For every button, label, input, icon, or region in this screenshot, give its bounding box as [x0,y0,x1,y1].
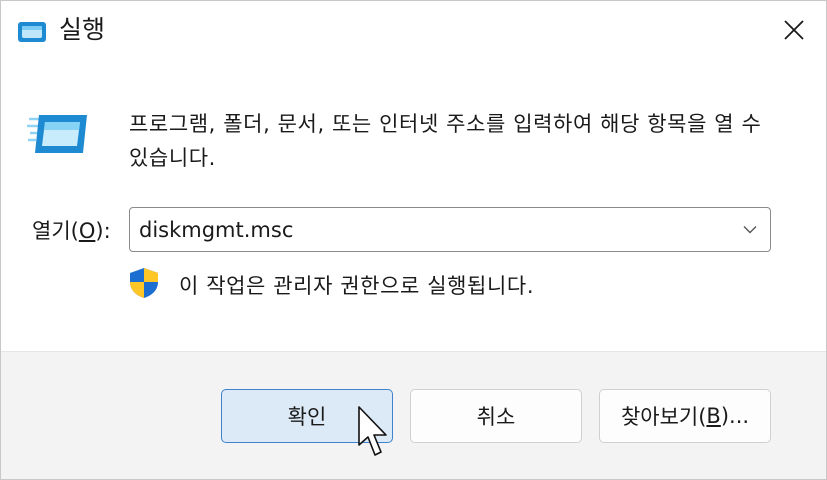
browse-label-accelerator: B [706,404,721,428]
close-button[interactable] [761,1,826,59]
button-bar: 확인 취소 찾아보기(B)... [1,351,826,479]
open-label-accelerator: O [78,219,96,243]
chevron-down-icon [743,226,757,234]
browse-label-suffix: )... [720,404,750,428]
open-label-prefix: 열기( [32,219,79,243]
window-title: 실행 [59,15,106,44]
description-text: 프로그램, 폴더, 문서, 또는 인터넷 주소를 입력하여 해당 항목을 열 수… [129,112,762,170]
run-dialog: 실행 프로그램, 폴더, 문서, 또는 인터넷 주소를 입력하여 해당 항목을 … [0,0,827,480]
close-icon [784,20,804,40]
open-label-suffix: ): [95,219,111,243]
run-icon [18,22,46,42]
browse-button[interactable]: 찾아보기(B)... [599,389,771,443]
dialog-content: 프로그램, 폴더, 문서, 또는 인터넷 주소를 입력하여 해당 항목을 열 수… [1,59,826,351]
dropdown-button[interactable] [730,208,770,251]
open-label: 열기(O): [32,216,111,246]
cancel-button[interactable]: 취소 [410,389,582,443]
uac-shield-icon [130,268,158,298]
browse-label-prefix: 찾아보기( [620,405,707,429]
command-input[interactable] [130,208,730,251]
title-bar: 실행 [1,1,826,59]
open-combobox[interactable] [129,207,771,252]
run-icon [27,115,87,153]
admin-note: 이 작업은 관리자 권한으로 실행됩니다. [179,274,535,298]
mouse-cursor-icon [358,406,387,456]
